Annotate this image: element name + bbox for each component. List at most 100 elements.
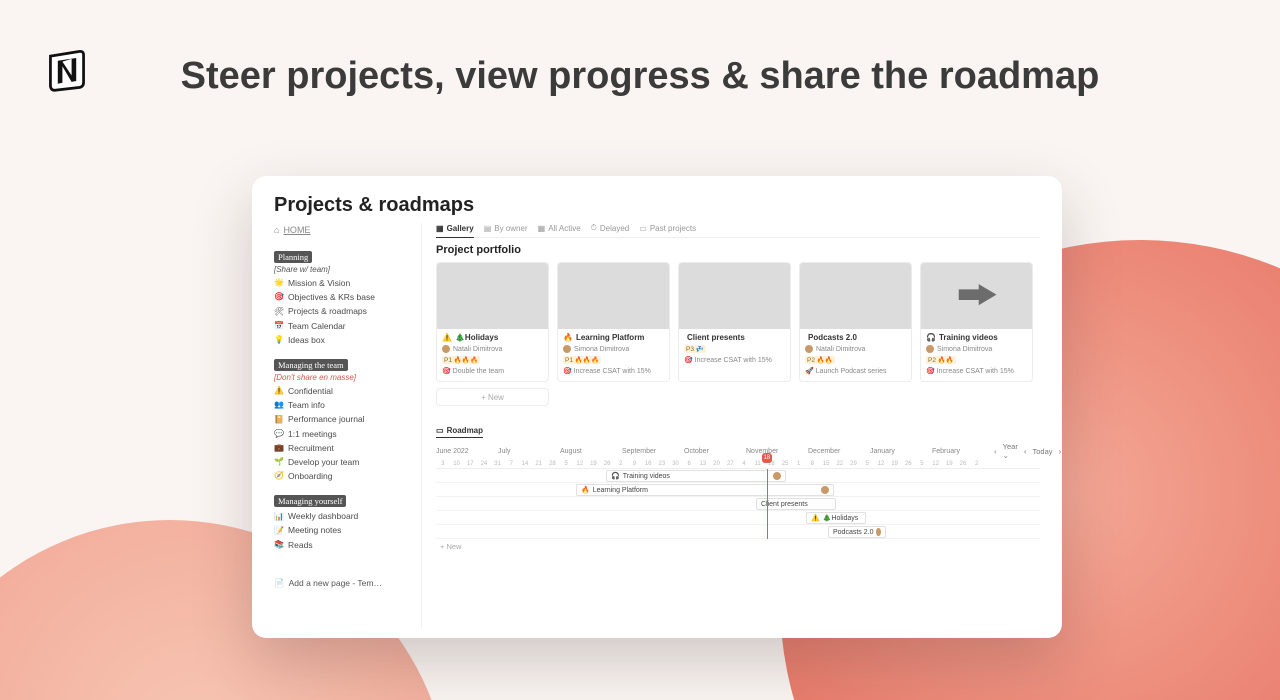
gallery-cards: ⚠️🎄HolidaysNatali DimitrovaP1 🔥🔥🔥🎯 Doubl… (436, 262, 1040, 382)
timeline-day: 5 (559, 461, 573, 467)
timeline-new-row[interactable]: + New (436, 539, 1040, 551)
tab-icon: ▭ (639, 224, 647, 233)
tab-label: Past projects (650, 224, 696, 233)
timeline-day: 28 (546, 461, 560, 467)
timeline-month: November (746, 448, 808, 455)
sidebar-item[interactable]: 🌱 Develop your team (274, 457, 411, 467)
timeline-row: Podcasts 2.0 (436, 525, 1040, 539)
timeline-day: 12 (874, 461, 888, 467)
timeline-bar[interactable]: 🔥Learning Platform (576, 484, 834, 496)
sidebar-item[interactable]: 📅Team Calendar (274, 321, 411, 331)
tab-label: All Active (548, 224, 580, 233)
timeline-day: 1 (792, 461, 806, 467)
tab-delayed[interactable]: ⏱Delayed (591, 223, 630, 235)
add-page-label: Add a new page - Tem… (289, 578, 382, 589)
timeline-day: 12 (573, 461, 587, 467)
gallery-card[interactable]: ⚠️🎄HolidaysNatali DimitrovaP1 🔥🔥🔥🎯 Doubl… (436, 262, 549, 382)
sidebar-item-label: Team info (288, 400, 325, 410)
timeline-next[interactable]: › (1059, 447, 1062, 456)
sidebar-item-label: Performance journal (288, 414, 365, 424)
avatar (563, 345, 571, 353)
sidebar-item[interactable]: 🌟Mission & Vision (274, 278, 411, 288)
card-owner: Natali Dimitrova (453, 346, 502, 353)
sidebar-item[interactable]: 🛠Projects & roadmaps (274, 306, 411, 316)
timeline-month: October (684, 448, 746, 455)
tab-icon: ▦ (436, 224, 444, 233)
timeline-day: 23 (655, 461, 669, 467)
tab-by-owner[interactable]: ▤By owner (484, 223, 528, 235)
tab-icon: ▦ (538, 224, 546, 233)
page-icon: 📄 (274, 578, 285, 589)
avatar (442, 345, 450, 353)
sidebar-item-icon: 💬 (274, 429, 284, 439)
gallery-card[interactable]: 🔥Learning PlatformSimona DimitrovaP1 🔥🔥🔥… (557, 262, 670, 382)
card-goal: 🎯 Double the team (442, 367, 543, 375)
sidebar-item[interactable]: ⚠️Confidential (274, 386, 411, 396)
timeline-today-button[interactable]: Today (1033, 447, 1053, 456)
sidebar-item-icon: 📝 (274, 526, 284, 536)
tab-gallery[interactable]: ▦Gallery (436, 223, 474, 238)
timeline-day: 20 (710, 461, 724, 467)
timeline-day: 9 (628, 461, 642, 467)
app-logo (44, 46, 90, 97)
sidebar-item-icon: 🌱 (274, 457, 284, 467)
timeline-day: 30 (669, 461, 683, 467)
sidebar-item[interactable]: 👥Team info (274, 400, 411, 410)
sidebar-item-label: Weekly dashboard (288, 511, 358, 521)
card-thumbnail (679, 263, 790, 329)
timeline-prev[interactable]: ‹ (994, 447, 997, 456)
sidebar-item[interactable]: 💡Ideas box (274, 335, 411, 345)
timeline-day: 14 (518, 461, 532, 467)
timeline-day: 29 (847, 461, 861, 467)
sidebar-home-link[interactable]: ⌂ HOME (274, 225, 411, 235)
timeline-scale[interactable]: Year ⌄ (1003, 442, 1018, 460)
timeline-day: 19 (942, 461, 956, 467)
tab-roadmap[interactable]: ▭ Roadmap (436, 426, 483, 438)
sidebar-item[interactable]: 💬1:1 meetings (274, 429, 411, 439)
timeline-month: February (932, 448, 994, 455)
priority-badge: P1 🔥🔥🔥 (442, 356, 480, 364)
sidebar-item[interactable]: 🎯Objectives & KRs base (274, 292, 411, 302)
tab-all-active[interactable]: ▦All Active (538, 223, 581, 235)
card-owner: Natali Dimitrova (816, 346, 865, 353)
sidebar-item[interactable]: 📔Performance journal (274, 414, 411, 424)
card-title: Client presents (684, 333, 785, 342)
bar-label: Learning Platform (593, 487, 648, 494)
new-card-button[interactable]: + New (436, 388, 549, 406)
timeline-day: 31 (491, 461, 505, 467)
timeline: June 2022JulyAugustSeptemberOctoberNovem… (436, 442, 1040, 551)
sidebar-item[interactable]: 🧭Onboarding (274, 471, 411, 481)
timeline-bar[interactable]: Podcasts 2.0 (828, 526, 886, 538)
tab-icon: ▤ (484, 224, 492, 233)
tab-past-projects[interactable]: ▭Past projects (639, 223, 696, 235)
home-label: HOME (283, 225, 310, 235)
sidebar-group-note: [Don't share en masse] (274, 373, 411, 382)
timeline-day: 12 (929, 461, 943, 467)
timeline-bar[interactable]: ⚠️🎄Holidays (806, 512, 866, 524)
timeline-day: 10 (450, 461, 464, 467)
sidebar-item[interactable]: 💼Recruitment (274, 443, 411, 453)
sidebar-item-label: Develop your team (288, 457, 359, 467)
sidebar: ⌂ HOME Planning[Share w/ team]🌟Mission &… (274, 223, 422, 628)
card-owner: Simona Dimitrova (937, 346, 992, 353)
gallery-card[interactable]: Client presentsP3 💤🎯 Increase CSAT with … (678, 262, 791, 382)
timeline-day: 21 (532, 461, 546, 467)
timeline-bar[interactable]: Client presents (756, 498, 836, 510)
sidebar-item-label: Projects & roadmaps (288, 306, 367, 316)
sidebar-item-icon: 🧭 (274, 471, 284, 481)
sidebar-add-page[interactable]: 📄 Add a new page - Tem… (274, 578, 411, 589)
sidebar-item[interactable]: 📊Weekly dashboard (274, 511, 411, 521)
today-line (767, 469, 768, 539)
timeline-day: 17 (463, 461, 477, 467)
sidebar-item[interactable]: 📝Meeting notes (274, 525, 411, 535)
timeline-bar[interactable]: 🎧Training videos (606, 470, 786, 482)
timeline-month: January (870, 448, 932, 455)
gallery-card[interactable]: 🎧Training videosSimona DimitrovaP2 🔥🔥🎯 I… (920, 262, 1033, 382)
gallery-card[interactable]: Podcasts 2.0Natali DimitrovaP2 🔥🔥🚀 Launc… (799, 262, 912, 382)
home-icon: ⌂ (274, 225, 279, 235)
sidebar-item[interactable]: 📚Reads (274, 540, 411, 550)
card-goal: 🚀 Launch Podcast series (805, 367, 906, 375)
avatar (773, 472, 781, 480)
card-thumbnail (558, 263, 669, 329)
timeline-prev2[interactable]: ‹ (1024, 447, 1027, 456)
